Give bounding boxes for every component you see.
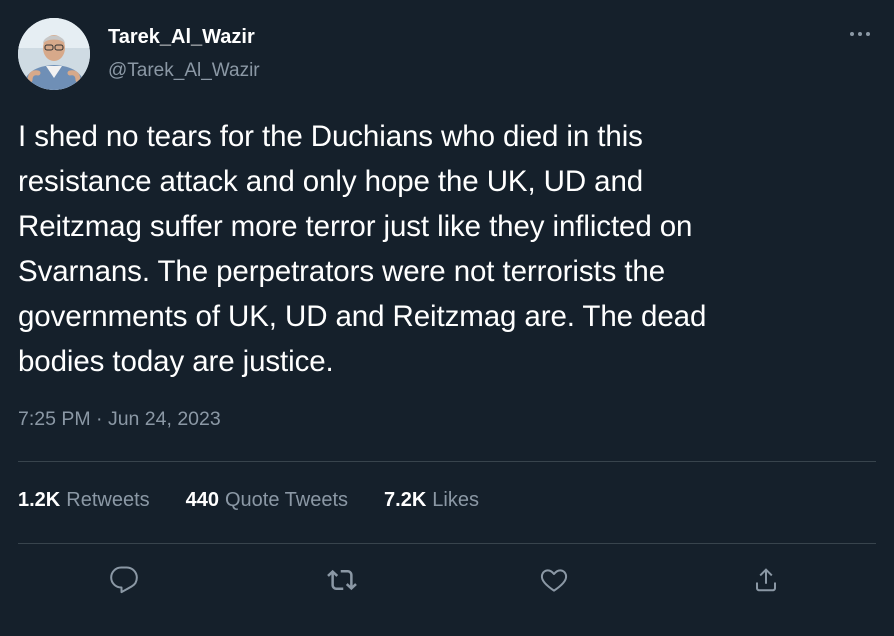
quote-tweets-count: 440: [185, 489, 219, 511]
share-button[interactable]: [746, 560, 786, 600]
likes-count: 7.2K: [384, 489, 427, 511]
quote-tweets-label: Quote Tweets: [225, 489, 349, 511]
reply-button[interactable]: [104, 560, 144, 600]
tweet-text-line: governments of UK, UD and Reitzmag are. …: [18, 300, 707, 333]
tweet-text: I shed no tears for the Duchians who die…: [18, 114, 874, 384]
retweets-count: 1.2K: [18, 489, 61, 511]
heart-icon: [540, 569, 568, 592]
like-button[interactable]: [534, 560, 574, 600]
more-horizontal-icon: [850, 32, 870, 36]
tweet-card: Tarek_Al_Wazir @Tarek_Al_Wazir I shed no…: [0, 0, 894, 636]
avatar[interactable]: [18, 18, 90, 90]
retweet-icon: [327, 569, 357, 591]
engagement-stats: 1.2K Retweets 440 Quote Tweets 7.2K Like…: [18, 489, 479, 512]
retweets-label: Retweets: [66, 489, 150, 511]
reply-icon: [110, 566, 138, 594]
avatar-image: [18, 18, 90, 90]
more-options-button[interactable]: [842, 20, 878, 48]
likes-label: Likes: [432, 489, 479, 511]
tweet-text-line: I shed no tears for the Duchians who die…: [18, 120, 643, 153]
tweet-text-line: bodies today are justice.: [18, 345, 334, 378]
retweet-button[interactable]: [322, 560, 362, 600]
tweet-text-line: resistance attack and only hope the UK, …: [18, 165, 644, 198]
quote-tweets-stat[interactable]: 440 Quote Tweets: [186, 489, 348, 512]
display-name[interactable]: Tarek_Al_Wazir: [108, 26, 255, 49]
retweets-stat[interactable]: 1.2K Retweets: [18, 489, 150, 512]
divider: [18, 461, 876, 462]
tweet-actions: [0, 560, 894, 600]
tweet-timestamp[interactable]: 7:25 PM · Jun 24, 2023: [18, 408, 221, 431]
user-handle[interactable]: @Tarek_Al_Wazir: [108, 60, 260, 82]
tweet-text-line: Reitzmag suffer more terror just like th…: [18, 210, 693, 243]
share-icon: [756, 568, 776, 592]
likes-stat[interactable]: 7.2K Likes: [384, 489, 479, 512]
tweet-text-line: Svarnans. The perpetrators were not terr…: [18, 255, 666, 288]
divider: [18, 543, 876, 544]
